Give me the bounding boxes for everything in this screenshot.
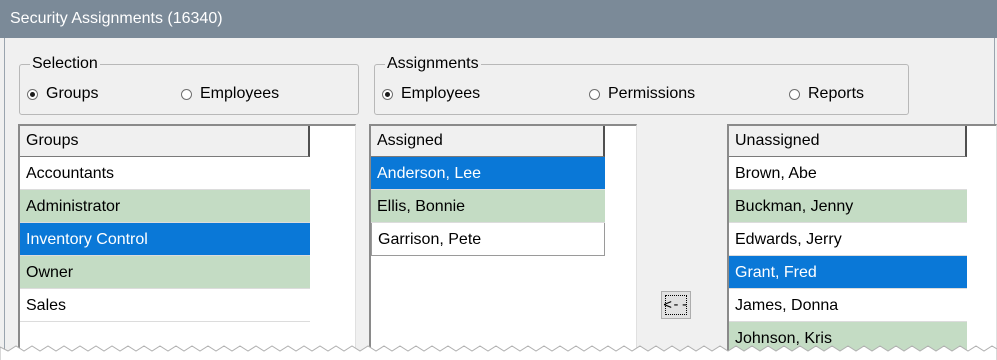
list-item[interactable]: James, Donna — [729, 289, 967, 322]
radio-dot — [789, 88, 800, 100]
radio-label: Groups — [46, 85, 99, 102]
radio-dot — [181, 88, 192, 100]
list-item[interactable]: Accountants — [20, 157, 310, 190]
unassigned-column-header[interactable]: Unassigned — [729, 126, 967, 157]
groups-column-header[interactable]: Groups — [20, 126, 310, 157]
radio-label: Employees — [200, 85, 280, 102]
list-item[interactable]: Brown, Abe — [729, 157, 967, 190]
list-item[interactable]: Edwards, Jerry — [729, 223, 967, 256]
selection-radio-employees[interactable]: Employees — [181, 85, 279, 103]
list-item[interactable]: Buckman, Jenny — [729, 190, 967, 223]
list-item[interactable]: Owner — [20, 256, 310, 289]
radio-label: Employees — [401, 85, 481, 102]
radio-label: Permissions — [608, 85, 696, 102]
torn-edge — [0, 345, 997, 360]
window-title: Security Assignments (16340) — [10, 10, 223, 27]
list-item-selected[interactable]: Inventory Control — [20, 223, 310, 256]
title-bar[interactable]: Security Assignments (16340) — [0, 0, 997, 38]
radio-dot — [27, 88, 38, 100]
assigned-column-header[interactable]: Assigned — [371, 126, 605, 157]
list-item[interactable]: Administrator — [20, 190, 310, 223]
selection-radio-groups[interactable]: Groups — [27, 85, 98, 103]
assignments-legend: Assignments — [387, 55, 479, 72]
assigned-list[interactable]: Assigned Anderson, Lee Ellis, Bonnie Gar… — [369, 124, 637, 360]
list-item[interactable]: Garrison, Pete — [371, 223, 605, 256]
focus-rect — [665, 295, 687, 315]
radio-dot — [382, 88, 393, 100]
selection-legend: Selection — [32, 55, 98, 72]
move-left-button[interactable]: <-- — [661, 291, 691, 319]
assignments-radio-permissions[interactable]: Permissions — [589, 85, 695, 103]
security-assignments-window: Security Assignments (16340) Selection G… — [0, 0, 997, 360]
assignments-radio-employees[interactable]: Employees — [382, 85, 480, 103]
radio-label: Reports — [808, 85, 865, 102]
list-item-selected[interactable]: Anderson, Lee — [371, 157, 605, 190]
list-item[interactable]: Ellis, Bonnie — [371, 190, 605, 223]
assignments-radio-reports[interactable]: Reports — [789, 85, 864, 103]
unassigned-list[interactable]: Unassigned Brown, Abe Buckman, Jenny Edw… — [727, 124, 997, 360]
list-item[interactable]: Sales — [20, 289, 310, 322]
groups-list[interactable]: Groups Accountants Administrator Invento… — [18, 124, 356, 360]
window-body: Selection Groups Employees Assignments E… — [4, 38, 997, 360]
radio-dot — [589, 88, 600, 100]
list-item-selected[interactable]: Grant, Fred — [729, 256, 967, 289]
